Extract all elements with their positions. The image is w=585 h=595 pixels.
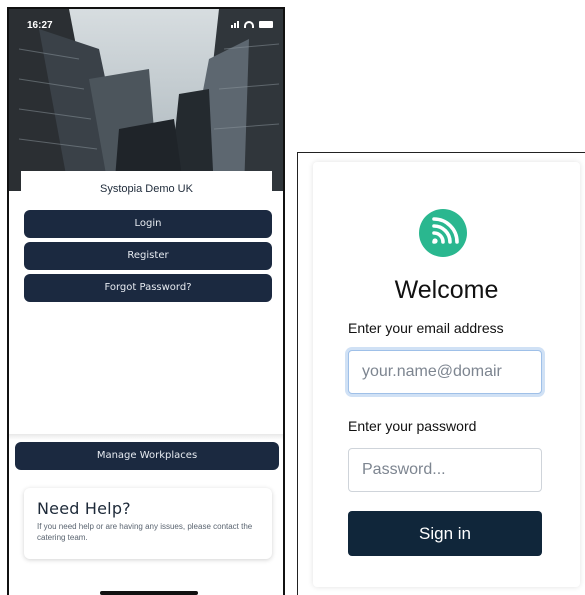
password-field[interactable]: Password... xyxy=(348,448,542,492)
signal-icon xyxy=(231,21,239,28)
forgot-password-button[interactable]: Forgot Password? xyxy=(24,274,272,302)
status-bar-time: 16:27 xyxy=(27,20,53,31)
organisation-name: Systopia Demo UK xyxy=(21,171,272,205)
manage-workplaces-button[interactable]: Manage Workplaces xyxy=(15,442,279,470)
section-divider xyxy=(9,434,283,440)
help-title: Need Help? xyxy=(37,499,131,518)
status-bar-icons xyxy=(231,21,273,28)
battery-icon xyxy=(259,21,273,28)
help-card: Need Help? If you need help or are havin… xyxy=(24,488,272,559)
city-skyline-hero-image: 16:27 xyxy=(9,9,283,191)
sign-in-button[interactable]: Sign in xyxy=(348,511,542,556)
wifi-icon xyxy=(244,21,254,28)
password-label: Enter your password xyxy=(348,418,477,434)
home-indicator xyxy=(100,591,198,595)
feed-icon xyxy=(419,209,467,257)
mobile-app-screen: 16:27 Systopia Demo UK Login Register Fo… xyxy=(7,7,285,595)
help-text: If you need help or are having any issue… xyxy=(37,522,253,542)
welcome-heading: Welcome xyxy=(394,276,499,304)
login-button[interactable]: Login xyxy=(24,210,272,238)
email-label: Enter your email address xyxy=(348,320,504,336)
register-button[interactable]: Register xyxy=(24,242,272,270)
email-field[interactable]: your.name@domair xyxy=(348,350,542,394)
